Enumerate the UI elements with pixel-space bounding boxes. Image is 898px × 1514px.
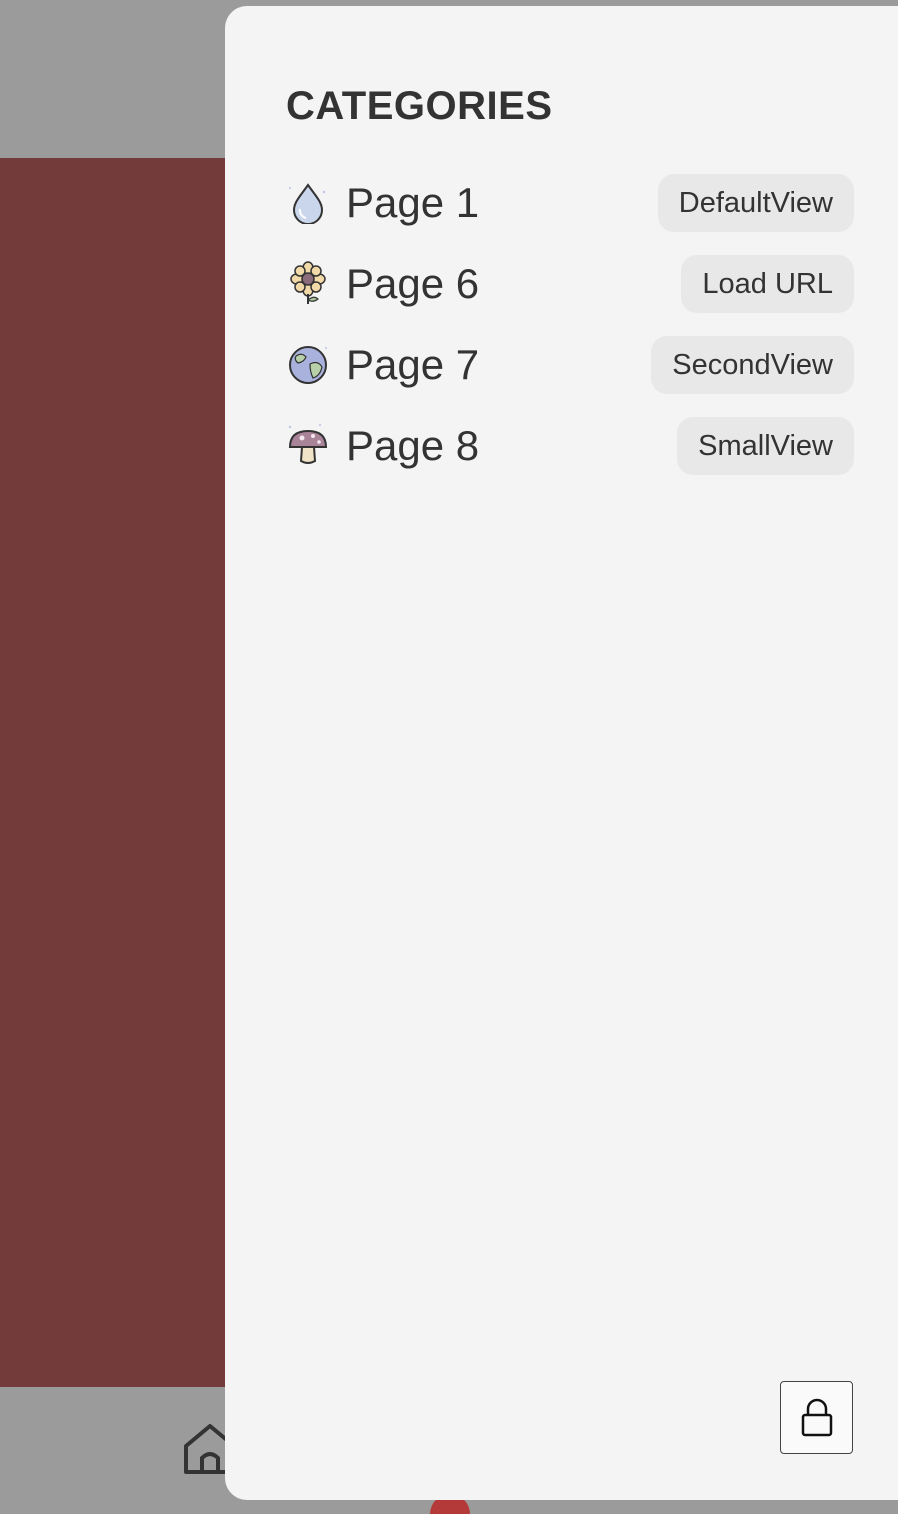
view-button-secondview[interactable]: SecondView	[651, 336, 854, 394]
drawer-title: CATEGORIES	[286, 84, 553, 128]
category-label: Page 7	[346, 341, 480, 388]
category-item-page-7[interactable]: Page 7 SecondView	[286, 336, 854, 398]
earth-globe-icon	[289, 346, 327, 384]
view-button-load-url[interactable]: Load URL	[681, 255, 854, 313]
category-item-page-8[interactable]: Page 8 SmallView	[286, 417, 854, 479]
category-label: Page 8	[346, 422, 480, 469]
category-label: Page 6	[346, 260, 480, 307]
category-label: Page 1	[346, 179, 480, 226]
category-item-page-1[interactable]: Page 1 DefaultView	[286, 174, 854, 236]
view-button-defaultview[interactable]: DefaultView	[657, 174, 854, 232]
mushroom-icon	[288, 424, 328, 464]
lock-button[interactable]	[780, 1381, 853, 1454]
water-drop-icon	[289, 183, 326, 224]
sunflower-icon	[290, 261, 326, 304]
lock-icon	[801, 1398, 833, 1437]
category-item-page-6[interactable]: Page 6 Load URL	[286, 255, 854, 317]
view-button-smallview[interactable]: SmallView	[677, 417, 854, 475]
categories-drawer: CATEGORIES Page 1 DefaultView Page 6 Loa…	[225, 6, 898, 1500]
